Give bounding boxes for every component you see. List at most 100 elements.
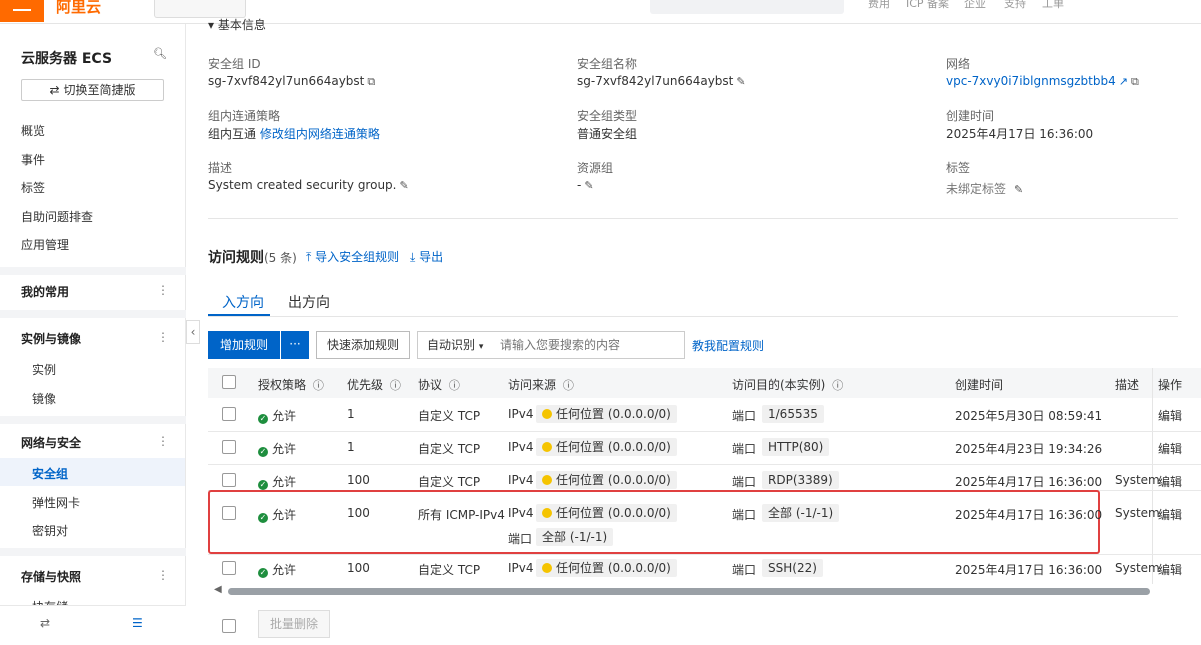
check-icon: ✓ bbox=[258, 447, 268, 457]
top-link-icp[interactable]: ICP 备案 bbox=[906, 0, 949, 11]
aliyun-logo[interactable]: 阿里云 bbox=[56, 0, 101, 17]
row-checkbox[interactable] bbox=[222, 440, 236, 454]
scrollbar-thumb[interactable] bbox=[228, 588, 1150, 595]
sidebar-group-favorites[interactable]: 我的常用 bbox=[21, 283, 69, 300]
sidebar-item-overview[interactable]: 概览 bbox=[21, 122, 45, 139]
caret-down-icon: ▾ bbox=[208, 18, 215, 32]
top-link-fees[interactable]: 费用 bbox=[868, 0, 890, 11]
sidebar-item-keypair[interactable]: 密钥对 bbox=[32, 522, 68, 539]
edit-link[interactable]: 编辑 bbox=[1158, 561, 1182, 578]
copy-icon[interactable]: ⧉ bbox=[367, 75, 375, 89]
check-icon: ✓ bbox=[258, 480, 268, 490]
horizontal-scrollbar[interactable]: ◀ bbox=[214, 584, 1178, 596]
row-divider bbox=[208, 431, 1201, 432]
help-icon[interactable]: ⓘ bbox=[832, 377, 843, 393]
help-icon[interactable]: ⓘ bbox=[313, 377, 324, 393]
sidebar-item-security-group[interactable]: 安全组 bbox=[32, 465, 68, 482]
switch-simple-button[interactable]: ⇄ 切换至简捷版 bbox=[21, 79, 164, 101]
top-link-enterprise[interactable]: 企业 bbox=[964, 0, 986, 11]
edit-link[interactable]: 编辑 bbox=[1158, 506, 1182, 523]
export-link: ⤓ 导出 bbox=[410, 250, 444, 264]
more-icon[interactable]: ⋮ bbox=[157, 568, 169, 582]
quick-add-rule-button[interactable]: 快速添加规则 bbox=[316, 331, 410, 359]
check-icon: ✓ bbox=[258, 568, 268, 578]
section-basic-info[interactable]: ▾ 基本信息 bbox=[208, 16, 266, 33]
tags-value: 未绑定标签 ✎ bbox=[946, 182, 1024, 196]
edit-icon[interactable]: ✎ bbox=[1014, 183, 1023, 196]
sidebar-item-tags[interactable]: 标签 bbox=[21, 179, 45, 196]
rule-search-input[interactable] bbox=[494, 331, 685, 359]
select-all-checkbox[interactable] bbox=[222, 375, 236, 389]
desc-cell: System bbox=[1115, 506, 1160, 520]
edit-icon[interactable]: ✎ bbox=[736, 75, 745, 88]
sg-id-label: 安全组 ID bbox=[208, 57, 261, 71]
top-search-input[interactable] bbox=[650, 0, 844, 14]
sidebar-item-events[interactable]: 事件 bbox=[21, 151, 45, 168]
sidebar-group-instances[interactable]: 实例与镜像 bbox=[21, 330, 81, 347]
swap-icon[interactable]: ⇄ bbox=[40, 616, 50, 630]
port-label: 端口 bbox=[508, 532, 533, 546]
sidebar-item-images[interactable]: 镜像 bbox=[32, 390, 56, 407]
sidebar-title: 云服务器 ECS bbox=[21, 51, 113, 67]
rules-count: (5 条) bbox=[264, 251, 297, 265]
batch-select-checkbox[interactable] bbox=[222, 619, 236, 633]
row-checkbox[interactable] bbox=[222, 506, 236, 520]
top-link-ticket[interactable]: 工单 bbox=[1042, 0, 1064, 11]
help-icon[interactable]: ⓘ bbox=[390, 377, 401, 393]
teach-config-link[interactable]: 教我配置规则 bbox=[692, 337, 764, 354]
search-icon[interactable]: 🔍︎ bbox=[153, 47, 167, 60]
modify-policy-link[interactable]: 修改组内网络连通策略 bbox=[260, 127, 380, 141]
more-icon[interactable]: ⋮ bbox=[157, 330, 169, 344]
sidebar-item-app-management[interactable]: 应用管理 bbox=[21, 236, 69, 253]
created-label: 创建时间 bbox=[946, 109, 995, 123]
sidebar-item-troubleshoot[interactable]: 自助问题排查 bbox=[21, 208, 93, 225]
location-dot-icon bbox=[542, 563, 552, 573]
protocol-cell: 自定义 TCP bbox=[418, 563, 481, 577]
help-icon[interactable]: ⓘ bbox=[449, 377, 460, 393]
sidebar-divider bbox=[0, 548, 186, 556]
check-icon: ✓ bbox=[258, 414, 268, 424]
created-cell: 2025年4月17日 16:36:00 bbox=[955, 475, 1103, 489]
edit-link[interactable]: 编辑 bbox=[1158, 440, 1182, 457]
created-value: 2025年4月17日 16:36:00 bbox=[946, 127, 1094, 141]
tab-inbound[interactable]: 入方向 bbox=[222, 292, 264, 312]
tab-indicator bbox=[208, 314, 270, 316]
policy-cell: ✓ 允许 bbox=[258, 442, 297, 457]
row-checkbox[interactable] bbox=[222, 473, 236, 487]
caret-down-icon: ▾ bbox=[478, 342, 484, 352]
edit-link[interactable]: 编辑 bbox=[1158, 407, 1182, 424]
help-icon[interactable]: ⓘ bbox=[563, 377, 574, 393]
type-value: 普通安全组 bbox=[577, 127, 638, 141]
policy-cell: ✓ 允许 bbox=[258, 475, 297, 490]
add-rule-button[interactable]: 增加规则 bbox=[208, 331, 280, 359]
priority-cell: 1 bbox=[347, 440, 355, 454]
batch-delete-button[interactable]: 批量删除 bbox=[258, 610, 330, 638]
row-checkbox[interactable] bbox=[222, 407, 236, 421]
sidebar-item-block-storage[interactable]: 块存储 bbox=[32, 598, 68, 605]
import-icon: ⤒ bbox=[306, 250, 312, 264]
sidebar-group-storage[interactable]: 存储与快照 bbox=[21, 568, 81, 585]
sg-id-value: sg-7xvf842yl7un664aybst ⧉ bbox=[208, 74, 376, 89]
created-cell: 2025年4月17日 16:36:00 bbox=[955, 508, 1103, 522]
sidebar-item-eni[interactable]: 弹性网卡 bbox=[32, 494, 80, 511]
edit-icon[interactable]: ✎ bbox=[584, 179, 593, 192]
search-type-select[interactable]: 自动识别 ▾ bbox=[417, 331, 495, 359]
import-rules-link: ⤒ 导入安全组规则 bbox=[306, 250, 400, 264]
row-checkbox[interactable] bbox=[222, 561, 236, 575]
more-icon[interactable]: ⋮ bbox=[157, 283, 169, 297]
scroll-left-icon[interactable]: ◀ bbox=[214, 584, 222, 595]
sidebar-group-network[interactable]: 网络与安全 bbox=[21, 434, 81, 451]
list-icon[interactable]: ☰ bbox=[132, 616, 143, 630]
rg-label: 资源组 bbox=[577, 161, 614, 175]
edit-icon[interactable]: ✎ bbox=[399, 179, 408, 192]
section-title: 基本信息 bbox=[217, 18, 266, 32]
sidebar-item-instances[interactable]: 实例 bbox=[32, 361, 56, 378]
edit-link[interactable]: 编辑 bbox=[1158, 473, 1182, 490]
tab-outbound[interactable]: 出方向 bbox=[288, 292, 330, 312]
top-link-support[interactable]: 支持 bbox=[1004, 0, 1026, 11]
external-link-icon[interactable]: ↗ bbox=[1119, 75, 1128, 88]
copy-icon[interactable]: ⧉ bbox=[1131, 75, 1139, 89]
more-icon[interactable]: ⋮ bbox=[157, 434, 169, 448]
menu-icon[interactable] bbox=[0, 0, 44, 22]
more-actions-button[interactable]: ··· bbox=[281, 331, 309, 359]
